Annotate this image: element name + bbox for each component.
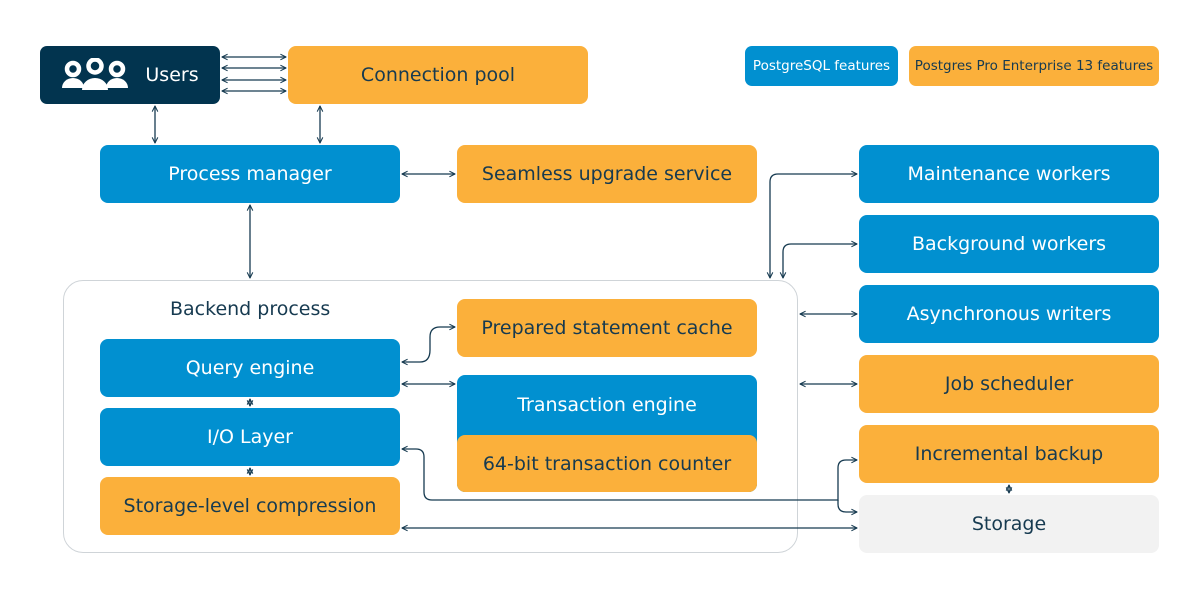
arrow-backend-background [783, 244, 857, 278]
connector-arrows [0, 0, 1200, 600]
arrow-io-backup [402, 449, 857, 501]
arrow-io-storage [837, 500, 857, 512]
architecture-diagram: Backend process Users Connection pool Po… [0, 0, 1200, 600]
arrow-query-prepared [402, 327, 455, 362]
